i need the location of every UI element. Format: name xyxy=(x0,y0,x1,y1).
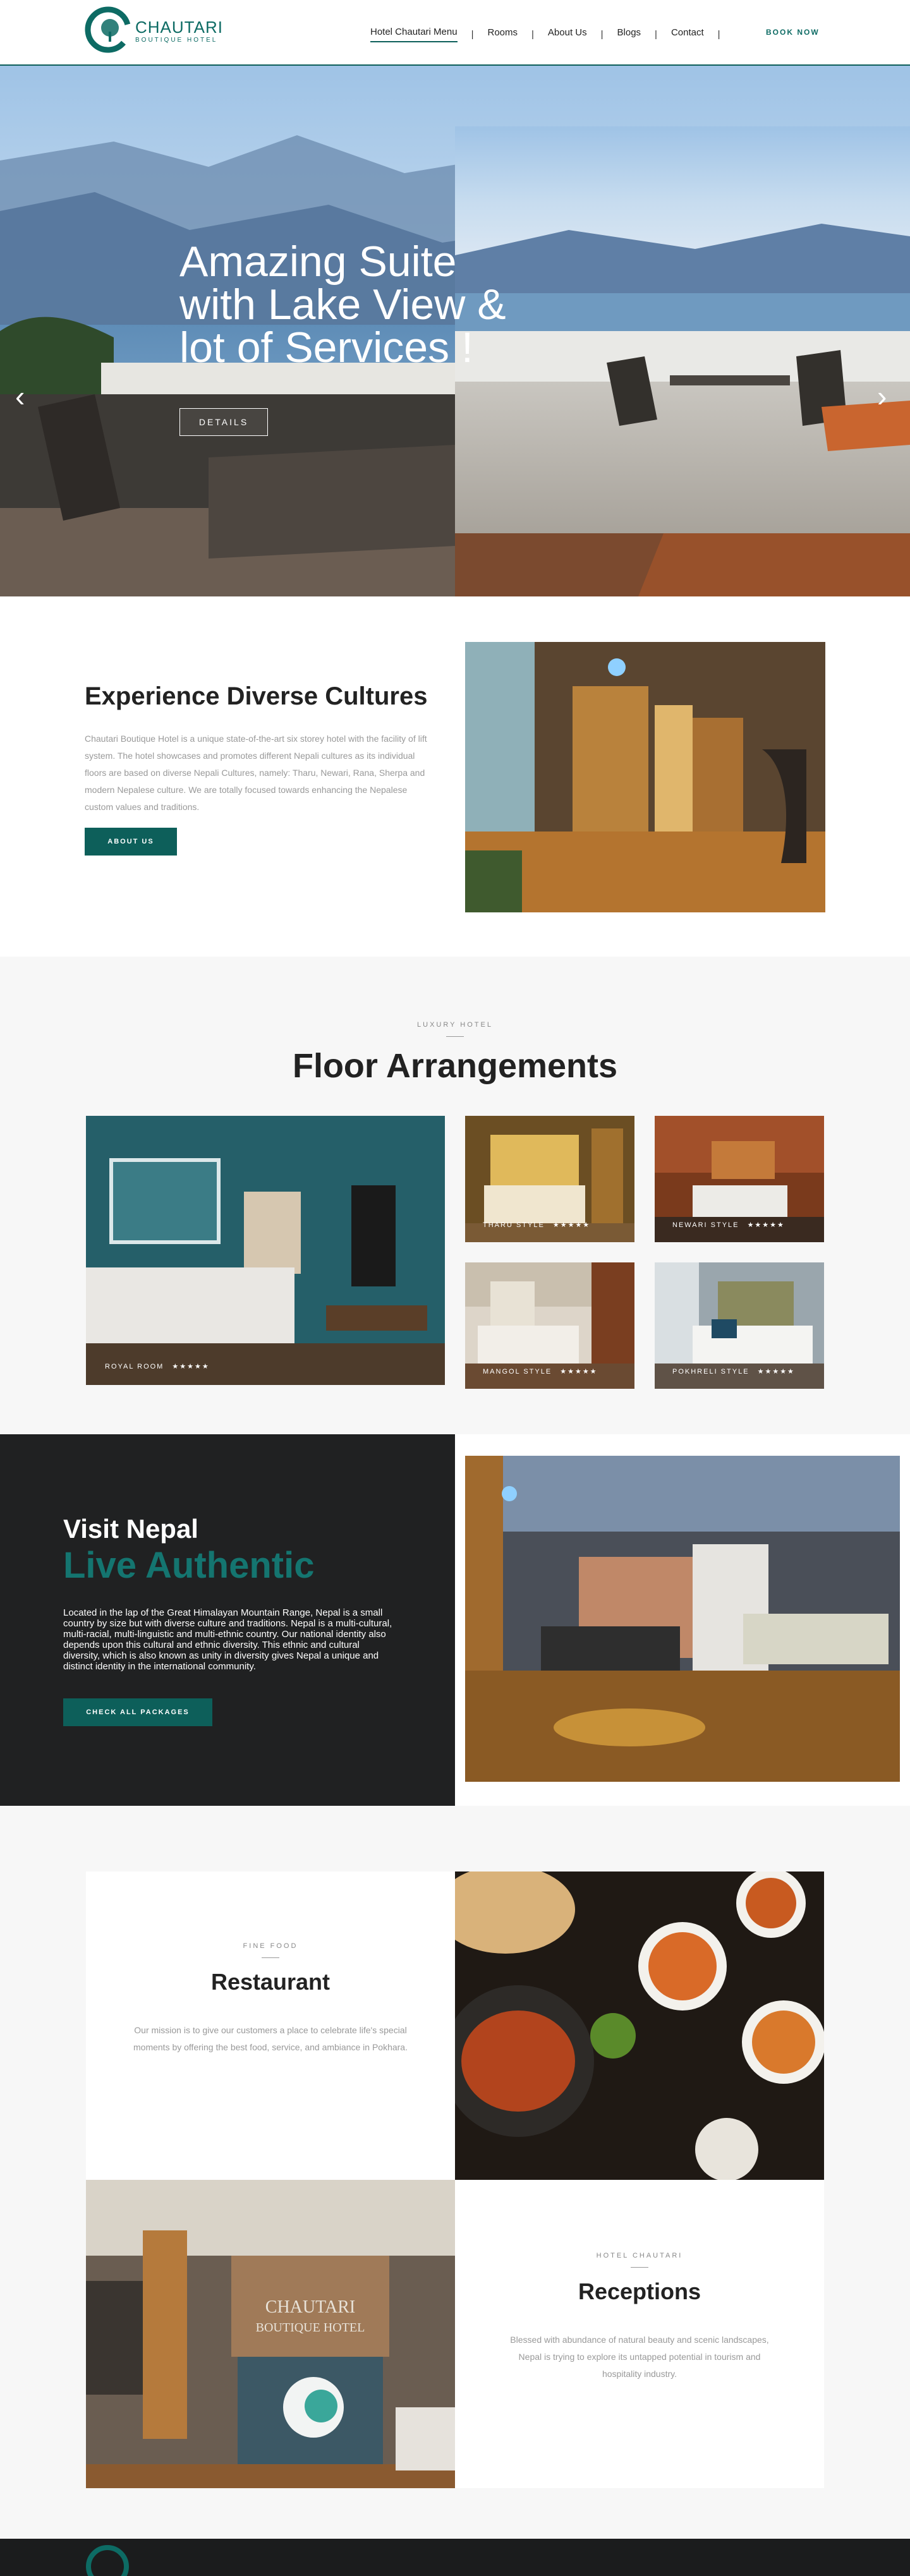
site-header: CHAUTARI BOUTIQUE HOTEL Hotel Chautari M… xyxy=(0,0,910,66)
brand-logo[interactable]: CHAUTARI BOUTIQUE HOTEL xyxy=(85,6,223,53)
visit-text: Located in the lap of the Great Himalaya… xyxy=(63,1607,392,1672)
nav-separator: | xyxy=(655,29,657,40)
star-rating-icon: ★★★★★ xyxy=(552,1221,591,1229)
cultures-text: Chautari Boutique Hotel is a unique stat… xyxy=(85,734,427,812)
footer-logo-icon xyxy=(86,2545,129,2576)
receptions-text: Blessed with abundance of natural beauty… xyxy=(510,2335,769,2379)
nav-separator: | xyxy=(531,29,534,40)
floor-kicker: LUXURY HOTEL xyxy=(417,1021,493,1029)
divider xyxy=(631,2267,648,2268)
page: { "brand": {"name": "CHAUTARI", "tagline… xyxy=(0,0,910,2576)
restaurant-text: Our mission is to give our customers a p… xyxy=(133,2025,408,2052)
details-button[interactable]: DETAILS xyxy=(179,408,268,436)
food-photo xyxy=(455,1872,824,2180)
hero-title-line: Amazing Suite xyxy=(179,238,457,286)
divider xyxy=(262,1957,279,1958)
nav-item-rooms[interactable]: Rooms xyxy=(487,27,518,42)
hero-title-line: lot of Services ! xyxy=(179,324,473,372)
visit-title: Visit Nepal xyxy=(63,1514,198,1544)
hero-title: Amazing Suite with Lake View & lot of Se… xyxy=(179,240,571,369)
chevron-right-icon[interactable]: › xyxy=(877,382,887,411)
room-name: NEWARI STYLE xyxy=(672,1221,739,1229)
hero-title-line: with Lake View & xyxy=(179,281,506,329)
site-footer xyxy=(0,2539,910,2576)
hero-slider: Amazing Suite with Lake View & lot of Se… xyxy=(0,66,910,596)
room-card-newari[interactable]: NEWARI STYLE ★★★★★ xyxy=(655,1116,824,1242)
room-card-royal[interactable]: ROYAL ROOM ★★★★★ xyxy=(86,1116,445,1385)
room-name: THARU STYLE xyxy=(483,1221,545,1229)
nav-item-contact[interactable]: Contact xyxy=(671,27,704,42)
nav-item-menu[interactable]: Hotel Chautari Menu xyxy=(370,27,458,42)
book-now-button[interactable]: BOOK NOW xyxy=(766,28,820,37)
cultures-title: Experience Diverse Cultures xyxy=(85,682,428,710)
receptions-title: Receptions xyxy=(578,2278,701,2304)
star-rating-icon: ★★★★★ xyxy=(757,1368,795,1376)
room-name: MANGOL STYLE xyxy=(483,1368,552,1376)
reception-sign: BOUTIQUE HOTEL xyxy=(256,2321,365,2335)
logo-tree-icon xyxy=(85,6,131,53)
room-name: POKHRELI STYLE xyxy=(672,1368,749,1376)
brand-name: CHAUTARI xyxy=(135,17,223,37)
room-card-tharu[interactable]: THARU STYLE ★★★★★ xyxy=(465,1116,634,1242)
about-us-button[interactable]: ABOUT US xyxy=(85,828,177,856)
room-name: ROYAL ROOM xyxy=(105,1363,164,1370)
visit-subtitle: Live Authentic xyxy=(63,1545,315,1586)
divider xyxy=(446,1036,464,1037)
nav-separator: | xyxy=(717,29,720,40)
restaurant-kicker: FINE FOOD xyxy=(243,1942,298,1950)
room-card-pokhreli[interactable]: POKHRELI STYLE ★★★★★ xyxy=(655,1262,824,1389)
receptions-kicker: HOTEL CHAUTARI xyxy=(596,2252,683,2259)
nav-item-blogs[interactable]: Blogs xyxy=(617,27,641,42)
reception-desk-photo: CHAUTARI BOUTIQUE HOTEL xyxy=(86,2180,455,2488)
main-nav: Hotel Chautari Menu | Rooms | About Us |… xyxy=(370,27,734,42)
floor-title: Floor Arrangements xyxy=(292,1047,618,1085)
star-rating-icon: ★★★★★ xyxy=(172,1363,210,1370)
nav-item-about[interactable]: About Us xyxy=(548,27,587,42)
reception-hall-photo xyxy=(465,1456,900,1782)
star-rating-icon: ★★★★★ xyxy=(747,1221,785,1229)
nav-separator: | xyxy=(471,29,474,40)
chevron-left-icon[interactable]: ‹ xyxy=(15,382,25,411)
lobby-photo xyxy=(465,642,825,912)
nav-separator: | xyxy=(600,29,604,40)
brand-tagline: BOUTIQUE HOTEL xyxy=(135,36,218,44)
check-packages-button[interactable]: CHECK ALL PACKAGES xyxy=(63,1698,212,1726)
reception-sign: CHAUTARI xyxy=(265,2297,355,2317)
room-card-mangol[interactable]: MANGOL STYLE ★★★★★ xyxy=(465,1262,634,1389)
star-rating-icon: ★★★★★ xyxy=(560,1368,598,1376)
restaurant-title: Restaurant xyxy=(210,1969,331,1995)
